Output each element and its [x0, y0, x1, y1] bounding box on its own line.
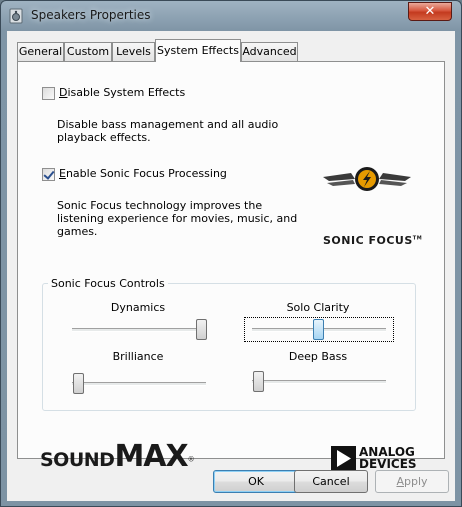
tab-levels[interactable]: Levels — [112, 42, 155, 61]
sonic-focus-description: Sonic Focus technology improves the list… — [57, 199, 298, 238]
soundmax-logo: SOUNDMAX® — [40, 439, 195, 474]
analog-devices-logo-text: ANALOG DEVICES — [359, 445, 417, 471]
enable-sonic-focus-checkbox[interactable] — [42, 168, 55, 181]
disable-system-effects-checkbox[interactable] — [42, 87, 55, 100]
tab-general[interactable]: General — [17, 42, 64, 61]
solo-clarity-label: Solo Clarity — [286, 301, 350, 314]
close-icon: ✕ — [424, 4, 436, 19]
title-bar[interactable]: Speakers Properties ✕ — [1, 1, 461, 31]
tab-custom[interactable]: Custom — [64, 42, 112, 61]
deep-bass-slider-track[interactable] — [252, 380, 386, 384]
ok-button[interactable]: OK — [213, 470, 299, 493]
brilliance-slider-thumb[interactable] — [73, 373, 84, 394]
sonic-focus-logo-icon — [323, 167, 411, 191]
enable-sonic-focus-label[interactable]: Enable Sonic Focus Processing — [59, 167, 227, 180]
speaker-icon — [9, 8, 23, 24]
window-title: Speakers Properties — [31, 8, 151, 22]
tab-advanced[interactable]: Advanced — [241, 42, 298, 61]
disable-effects-description: Disable bass management and all audio pl… — [57, 118, 279, 144]
dynamics-label: Dynamics — [110, 301, 166, 314]
brilliance-slider-track[interactable] — [72, 382, 206, 386]
close-button[interactable]: ✕ — [408, 2, 452, 21]
disable-system-effects-label[interactable]: Disable System Effects — [59, 86, 185, 99]
deep-bass-label: Deep Bass — [288, 350, 348, 363]
speakers-properties-window: Speakers Properties ✕ General Custom Lev… — [0, 0, 462, 507]
dynamics-slider-thumb[interactable] — [196, 319, 207, 340]
cancel-button[interactable]: Cancel — [294, 470, 368, 493]
sonic-focus-controls-title: Sonic Focus Controls — [48, 277, 168, 290]
analog-devices-logo-icon — [331, 446, 356, 471]
apply-button[interactable]: Apply — [375, 470, 449, 493]
deep-bass-slider-thumb[interactable] — [253, 371, 264, 392]
dynamics-slider-track[interactable] — [72, 328, 206, 332]
solo-clarity-slider-thumb[interactable] — [313, 319, 324, 340]
system-effects-panel: Disable System Effects Disable bass mana… — [17, 61, 445, 473]
dialog-client-area: General Custom Levels System Effects Adv… — [7, 31, 455, 501]
sonic-focus-logo-text: SONIC FOCUSTM — [323, 234, 423, 247]
brilliance-label: Brilliance — [112, 350, 164, 363]
tab-system-effects[interactable]: System Effects — [155, 39, 241, 62]
